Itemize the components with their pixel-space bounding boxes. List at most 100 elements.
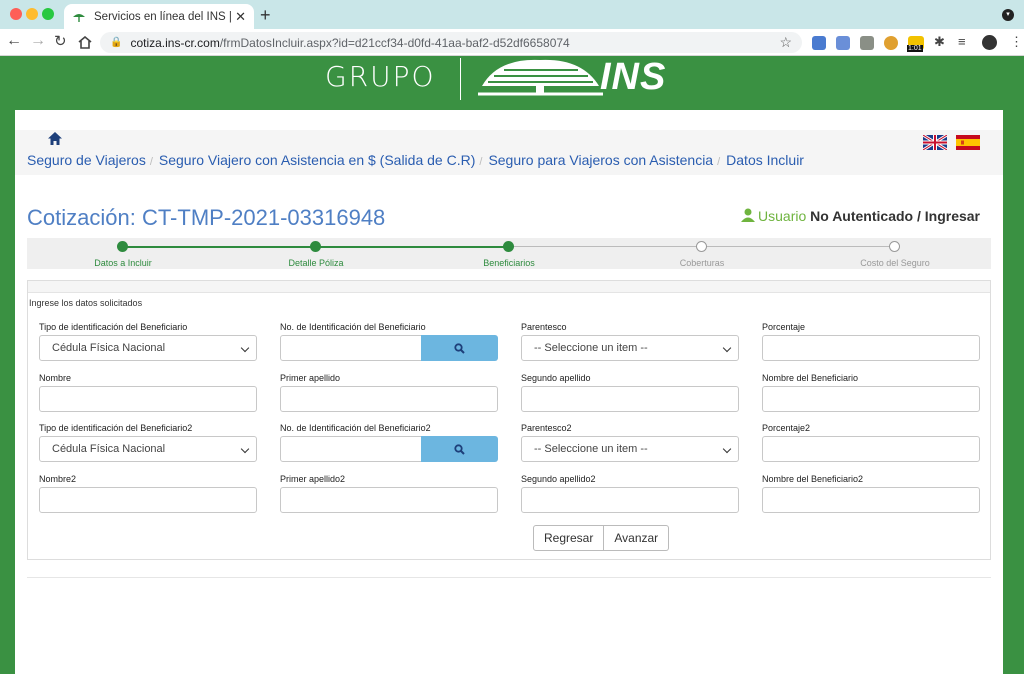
- step-beneficiarios: Beneficiarios: [483, 258, 535, 268]
- progress-steps: Datos a Incluir Detalle Póliza Beneficia…: [27, 238, 991, 269]
- nombre-2-input[interactable]: [39, 487, 257, 513]
- home-icon[interactable]: [47, 131, 63, 146]
- nombre-beneficiario-2-input[interactable]: [762, 487, 980, 513]
- extension-3-icon[interactable]: [860, 36, 874, 50]
- ins-tree-logo-icon: [478, 59, 603, 96]
- numero-id-input[interactable]: [280, 335, 422, 361]
- browser-tabbar: Servicios en línea del INS | Cot ✕ + ▾: [0, 0, 1024, 29]
- step-dot-3: [503, 241, 514, 252]
- segundo-apellido-label: Segundo apellido: [521, 373, 591, 383]
- new-tab-button[interactable]: +: [260, 5, 271, 26]
- ins-favicon-icon: [73, 13, 85, 22]
- step-dot-1: [117, 241, 128, 252]
- close-tab-icon[interactable]: ✕: [235, 9, 246, 25]
- step-detalle-poliza: Detalle Póliza: [288, 258, 344, 268]
- primer-apellido-input[interactable]: [280, 386, 498, 412]
- timer-badge: 1:01: [907, 45, 923, 52]
- url-path: /frmDatosIncluir.aspx?id=d21ccf34-d0fd-4…: [219, 35, 570, 50]
- nombre-2-label: Nombre2: [39, 474, 77, 484]
- step-dot-5: [889, 241, 900, 252]
- beneficiary-form: Ingrese los datos solicitados Tipo de id…: [27, 280, 991, 560]
- primer-apellido-2-input[interactable]: [280, 487, 498, 513]
- zoom-window-button[interactable]: [42, 8, 54, 20]
- porcentaje-2-input[interactable]: [762, 436, 980, 462]
- search-id-button[interactable]: [421, 335, 498, 361]
- form-header: [28, 281, 990, 293]
- logo-grupo-text: GRUPO: [325, 60, 436, 93]
- address-bar[interactable]: 🔒 cotiza.ins-cr.com/frmDatosIncluir.aspx…: [100, 32, 802, 53]
- menu-kebab-icon[interactable]: ⋮: [1010, 34, 1023, 50]
- porcentaje-2-label: Porcentaje2: [762, 423, 811, 433]
- translate-extension-icon[interactable]: [836, 36, 850, 50]
- tipo-id-select[interactable]: Cédula Física Nacional: [39, 335, 257, 361]
- back-arrow-icon[interactable]: ←: [6, 32, 22, 50]
- login-link[interactable]: No Autenticado / Ingresar: [810, 208, 980, 224]
- nombre-beneficiario-2-label: Nombre del Beneficiario2: [762, 474, 864, 484]
- primer-apellido-label: Primer apellido: [280, 373, 341, 383]
- breadcrumb: Seguro de Viajeros / Seguro Viajero con As…: [15, 130, 1003, 175]
- step-dot-2: [310, 241, 321, 252]
- search-id-2-button[interactable]: [421, 436, 498, 462]
- tipo-id-2-label: Tipo de identificación del Beneficiario2: [39, 423, 193, 433]
- primer-apellido-2-label: Primer apellido2: [280, 474, 346, 484]
- reload-icon[interactable]: ↻: [54, 32, 67, 50]
- puzzle-extensions-icon[interactable]: ✱: [934, 34, 945, 50]
- form-actions: Regresar Avanzar: [533, 525, 670, 551]
- url-host: cotiza.ins-cr.com: [130, 35, 220, 50]
- segundo-apellido-2-label: Segundo apellido2: [521, 474, 596, 484]
- close-window-button[interactable]: [10, 8, 22, 20]
- parentesco-label: Parentesco: [521, 322, 567, 332]
- logo-divider: [460, 58, 461, 100]
- nombre-beneficiario-label: Nombre del Beneficiario: [762, 373, 859, 383]
- search-icon: [454, 342, 465, 354]
- minimize-window-button[interactable]: [26, 8, 38, 20]
- parentesco-2-label: Parentesco2: [521, 423, 572, 433]
- user-icon: [741, 208, 756, 222]
- nombre-input[interactable]: [39, 386, 257, 412]
- segundo-apellido-input[interactable]: [521, 386, 739, 412]
- step-datos-incluir: Datos a Incluir: [94, 258, 152, 268]
- media-control-icon[interactable]: ≡: [958, 34, 966, 49]
- numero-id-label: No. de Identificación del Beneficiario: [280, 322, 426, 332]
- browser-toolbar: ← → ↻ 🔒 cotiza.ins-cr.com/frmDatosInclui…: [0, 29, 1024, 56]
- form-instructions: Ingrese los datos solicitados: [29, 298, 143, 308]
- content-panel: Seguro de Viajeros / Seguro Viajero con As…: [15, 110, 1003, 674]
- numero-id-2-input[interactable]: [280, 436, 422, 462]
- breadcrumb-item-seguro-viajero-asistencia[interactable]: Seguro Viajero con Asistencia en $ (Sali…: [159, 152, 475, 168]
- numero-id-2-label: No. de Identificación del Beneficiario2: [280, 423, 431, 433]
- search-icon: [454, 443, 465, 455]
- breadcrumb-item-seguro-viajeros[interactable]: Seguro de Viajeros: [27, 152, 146, 168]
- avanzar-button[interactable]: Avanzar: [604, 525, 670, 551]
- parentesco-2-select[interactable]: -- Seleccione un item --: [521, 436, 739, 462]
- porcentaje-input[interactable]: [762, 335, 980, 361]
- spain-flag-icon[interactable]: [956, 135, 980, 150]
- quote-title: Cotización: CT-TMP-2021-03316948: [27, 205, 386, 230]
- footer-divider: [27, 577, 991, 578]
- tab-title: Servicios en línea del INS | Cot: [94, 10, 232, 23]
- tab-search-icon[interactable]: ▾: [1002, 9, 1014, 21]
- user-label: Usuario: [758, 208, 807, 224]
- breadcrumb-item-datos-incluir: Datos Incluir: [726, 152, 804, 168]
- step-dot-4: [696, 241, 707, 252]
- profile-avatar[interactable]: [982, 35, 997, 50]
- nombre-beneficiario-input[interactable]: [762, 386, 980, 412]
- parentesco-select[interactable]: -- Seleccione un item --: [521, 335, 739, 361]
- regresar-button[interactable]: Regresar: [533, 525, 605, 551]
- bookmark-star-icon[interactable]: ☆: [779, 34, 792, 51]
- user-status[interactable]: Usuario No Autenticado / Ingresar: [741, 208, 980, 224]
- site-header: GRUPO INS: [0, 56, 1024, 110]
- breadcrumb-item-seguro-viajeros-asistencia[interactable]: Seguro para Viajeros con Asistencia: [488, 152, 713, 168]
- home-browser-icon[interactable]: [78, 36, 92, 49]
- step-costo-seguro: Costo del Seguro: [860, 258, 930, 268]
- extension-1-icon[interactable]: [812, 36, 826, 50]
- browser-tab[interactable]: Servicios en línea del INS | Cot ✕: [64, 4, 254, 29]
- lock-icon: 🔒: [110, 37, 123, 48]
- forward-arrow-icon[interactable]: →: [30, 32, 46, 50]
- segundo-apellido-2-input[interactable]: [521, 487, 739, 513]
- extension-4-icon[interactable]: [884, 36, 898, 50]
- tipo-id-2-select[interactable]: Cédula Física Nacional: [39, 436, 257, 462]
- logo-ins-text: INS: [600, 56, 667, 98]
- uk-flag-icon[interactable]: [923, 135, 947, 150]
- tipo-id-label: Tipo de identificación del Beneficiario: [39, 322, 188, 332]
- step-coberturas: Coberturas: [679, 258, 725, 268]
